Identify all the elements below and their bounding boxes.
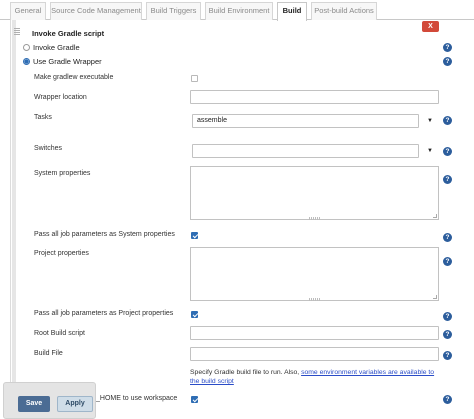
pass-project-label: Pass all job parameters as Project prope… <box>34 310 174 317</box>
system-properties-label: System properties <box>34 170 91 177</box>
section-bar <box>12 20 16 419</box>
make-executable-checkbox[interactable] <box>191 75 198 82</box>
delete-step-button[interactable]: X <box>422 21 439 32</box>
use-gradle-wrapper-label: Use Gradle Wrapper <box>33 57 102 66</box>
section-title: Invoke Gradle script <box>32 29 105 38</box>
switches-expand-icon[interactable]: ▼ <box>425 145 435 157</box>
tab-build[interactable]: Build <box>277 2 307 21</box>
use-gradle-wrapper-radio[interactable] <box>23 58 30 65</box>
make-executable-label: Make gradlew executable <box>34 74 114 81</box>
textarea-resize-grip[interactable] <box>308 217 321 220</box>
tab-build-triggers[interactable]: Build Triggers <box>146 2 201 20</box>
build-file-label: Build File <box>34 350 63 357</box>
help-icon[interactable]: ? <box>443 175 452 184</box>
project-properties-textarea[interactable] <box>190 247 439 301</box>
pass-project-checkbox[interactable] <box>191 311 198 318</box>
invoke-gradle-label: Invoke Gradle <box>33 43 80 52</box>
root-build-script-label: Root Build script <box>34 330 85 337</box>
build-file-description-text: Specify Gradle build file to run. Also, <box>190 369 300 376</box>
apply-button[interactable]: Apply <box>57 396 93 412</box>
resize-corner-icon[interactable] <box>433 214 437 218</box>
textarea-resize-grip[interactable] <box>308 298 321 301</box>
project-properties-label: Project properties <box>34 250 89 257</box>
workspace-checkbox[interactable] <box>191 396 198 403</box>
tab-bar: General Source Code Management Build Tri… <box>0 0 474 21</box>
switches-input[interactable] <box>192 144 419 158</box>
resize-corner-icon[interactable] <box>433 295 437 299</box>
switches-label: Switches <box>34 145 63 152</box>
tasks-expand-icon[interactable]: ▼ <box>425 115 435 127</box>
help-icon[interactable]: ? <box>443 351 452 360</box>
help-icon[interactable]: ? <box>443 116 452 125</box>
wrapper-location-input[interactable] <box>190 90 439 104</box>
help-icon[interactable]: ? <box>443 147 452 156</box>
help-icon[interactable]: ? <box>443 233 452 242</box>
root-build-script-input[interactable] <box>190 326 439 340</box>
help-icon[interactable]: ? <box>443 330 452 339</box>
tab-general[interactable]: General <box>10 2 46 20</box>
tab-post-build-actions[interactable]: Post-build Actions <box>311 2 377 20</box>
help-icon[interactable]: ? <box>443 257 452 266</box>
help-icon[interactable]: ? <box>443 43 452 52</box>
build-file-input[interactable] <box>190 347 439 361</box>
use-gradle-wrapper-option[interactable]: Use Gradle Wrapper <box>23 57 102 66</box>
tab-source-code-management[interactable]: Source Code Management <box>50 2 142 20</box>
tasks-input[interactable]: assemble <box>192 114 419 128</box>
pass-system-checkbox[interactable] <box>191 232 198 239</box>
drag-handle-icon[interactable] <box>14 28 20 36</box>
build-file-description: Specify Gradle build file to run. Also, … <box>190 368 445 386</box>
pass-system-label: Pass all job parameters as System proper… <box>34 231 175 238</box>
tasks-label: Tasks <box>34 114 52 121</box>
invoke-gradle-radio[interactable] <box>23 44 30 51</box>
invoke-gradle-option[interactable]: Invoke Gradle <box>23 43 80 52</box>
tab-build-environment[interactable]: Build Environment <box>205 2 273 20</box>
help-icon[interactable]: ? <box>443 312 452 321</box>
wrapper-location-label: Wrapper location <box>34 94 87 101</box>
help-icon[interactable]: ? <box>443 395 452 404</box>
system-properties-textarea[interactable] <box>190 166 439 220</box>
workspace-label: _HOME to use workspace <box>96 395 178 402</box>
help-icon[interactable]: ? <box>443 57 452 66</box>
save-button[interactable]: Save <box>18 396 50 412</box>
